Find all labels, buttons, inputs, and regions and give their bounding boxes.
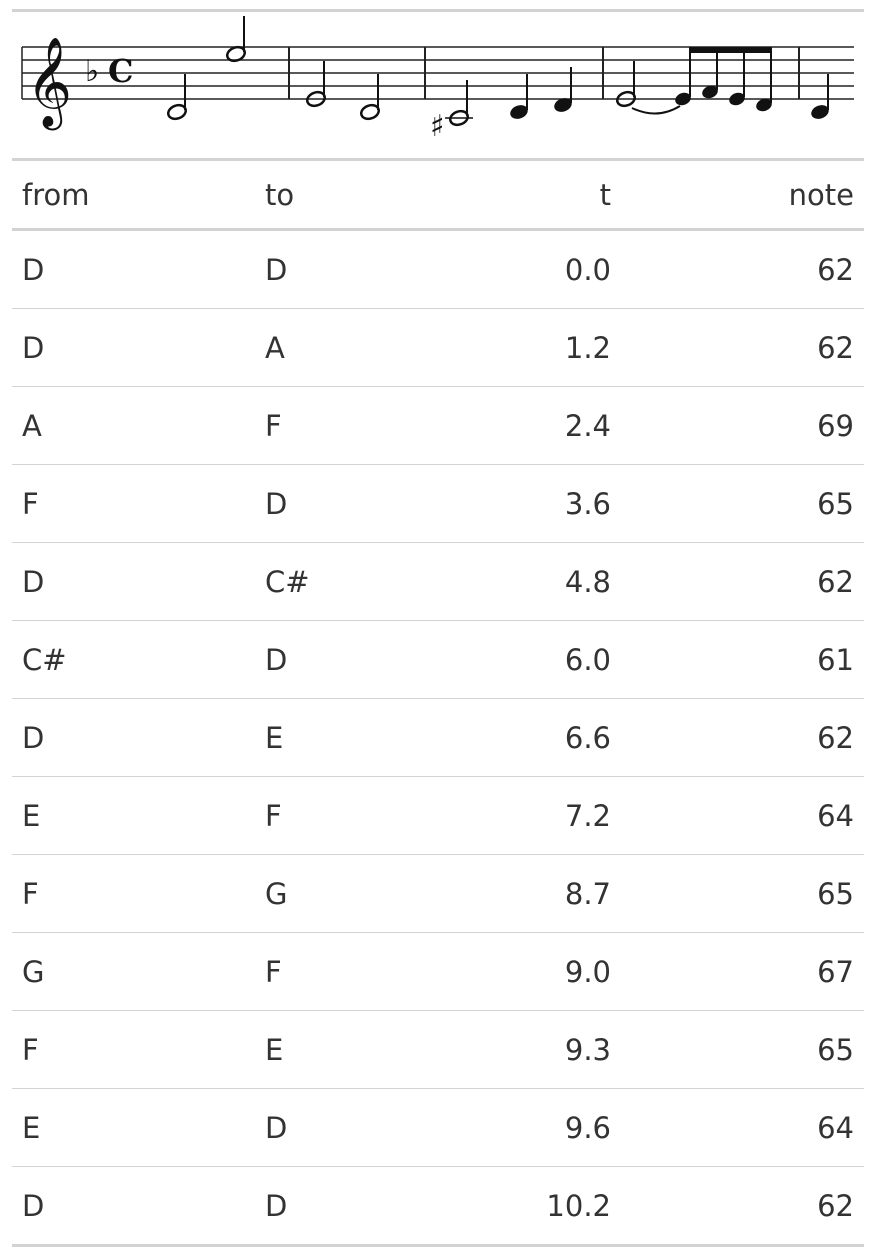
note-C-sharp-half <box>445 80 473 127</box>
note-F-half <box>306 61 326 108</box>
cell-t: 2.4 <box>498 386 621 465</box>
cell-to: G <box>255 854 498 933</box>
cell-note: 62 <box>621 229 864 309</box>
cell-t: 7.2 <box>498 776 621 855</box>
cell-from: D <box>12 308 255 387</box>
cell-from: F <box>12 854 255 933</box>
table-row: D D 10.2 62 <box>12 1166 864 1247</box>
table-row: F G 8.7 65 <box>12 854 864 933</box>
cell-to: D <box>255 229 498 309</box>
note-D-half <box>167 74 187 121</box>
table-row: D C# 4.8 62 <box>12 542 864 621</box>
cell-to: F <box>255 932 498 1011</box>
flat-icon: ♭ <box>85 54 99 89</box>
table-header-row: from to t note <box>12 161 864 231</box>
note-F-half <box>616 61 636 108</box>
cell-from: E <box>12 776 255 855</box>
music-score: 𝄞 ♭ C ♯ <box>12 12 864 158</box>
cell-note: 64 <box>621 1088 864 1167</box>
header-note: note <box>621 161 864 231</box>
cell-from: F <box>12 464 255 543</box>
cell-note: 69 <box>621 386 864 465</box>
cell-t: 4.8 <box>498 542 621 621</box>
cell-to: F <box>255 386 498 465</box>
cell-from: E <box>12 1088 255 1167</box>
cell-to: D <box>255 1088 498 1167</box>
header-from: from <box>12 161 255 231</box>
cell-t: 1.2 <box>498 308 621 387</box>
cell-note: 65 <box>621 1010 864 1089</box>
table-row: E D 9.6 64 <box>12 1088 864 1167</box>
cell-from: D <box>12 698 255 777</box>
cell-from: A <box>12 386 255 465</box>
tie <box>631 105 681 115</box>
music-staff: 𝄞 ♭ C ♯ <box>21 16 854 144</box>
cell-note: 61 <box>621 620 864 699</box>
cell-note: 64 <box>621 776 864 855</box>
table-row: G F 9.0 67 <box>12 932 864 1011</box>
cell-to: E <box>255 1010 498 1089</box>
cell-t: 9.3 <box>498 1010 621 1089</box>
cell-from: D <box>12 1166 255 1247</box>
note-D-quarter <box>510 74 528 119</box>
common-time-icon: C <box>108 52 133 90</box>
cell-t: 6.0 <box>498 620 621 699</box>
table-row: D A 1.2 62 <box>12 308 864 387</box>
table-row: C# D 6.0 61 <box>12 620 864 699</box>
table-body: D D 0.0 62 D A 1.2 62 A F 2.4 69 F D 3.6 65 D C# 4.8 62 C# D 6… <box>12 229 864 1247</box>
cell-t: 0.0 <box>498 229 621 309</box>
cell-to: F <box>255 776 498 855</box>
table-row: D E 6.6 62 <box>12 698 864 777</box>
treble-clef-icon: 𝄞 <box>26 37 72 131</box>
cell-from: D <box>12 229 255 309</box>
note-E-quarter <box>554 67 572 112</box>
cell-note: 62 <box>621 542 864 621</box>
cell-to: E <box>255 698 498 777</box>
cell-to: C# <box>255 542 498 621</box>
score-table-container: 𝄞 ♭ C ♯ from to t note D D 0.0 62 D A 1.… <box>12 9 864 1247</box>
note-A-half <box>226 16 246 63</box>
cell-t: 8.7 <box>498 854 621 933</box>
cell-to: D <box>255 1166 498 1247</box>
table-row: D D 0.0 62 <box>12 229 864 309</box>
transitions-table: from to t note D D 0.0 62 D A 1.2 62 A F 2.4 69 F D 3.… <box>12 161 864 1247</box>
cell-note: 62 <box>621 308 864 387</box>
cell-to: D <box>255 464 498 543</box>
eighth-note-group <box>675 47 772 112</box>
header-t: t <box>498 161 621 231</box>
cell-from: D <box>12 542 255 621</box>
cell-note: 62 <box>621 698 864 777</box>
header-to: to <box>255 161 498 231</box>
cell-note: 65 <box>621 464 864 543</box>
cell-note: 65 <box>621 854 864 933</box>
cell-from: G <box>12 932 255 1011</box>
sharp-icon: ♯ <box>430 109 445 144</box>
note-D-half <box>360 74 380 121</box>
table-row: F D 3.6 65 <box>12 464 864 543</box>
cell-t: 3.6 <box>498 464 621 543</box>
cell-to: A <box>255 308 498 387</box>
cell-from: F <box>12 1010 255 1089</box>
table-row: F E 9.3 65 <box>12 1010 864 1089</box>
cell-note: 67 <box>621 932 864 1011</box>
cell-t: 6.6 <box>498 698 621 777</box>
cell-t: 10.2 <box>498 1166 621 1247</box>
cell-to: D <box>255 620 498 699</box>
cell-note: 62 <box>621 1166 864 1247</box>
cell-from: C# <box>12 620 255 699</box>
note-D-quarter <box>811 74 829 119</box>
table-row: A F 2.4 69 <box>12 386 864 465</box>
cell-t: 9.0 <box>498 932 621 1011</box>
table-row: E F 7.2 64 <box>12 776 864 855</box>
cell-t: 9.6 <box>498 1088 621 1167</box>
